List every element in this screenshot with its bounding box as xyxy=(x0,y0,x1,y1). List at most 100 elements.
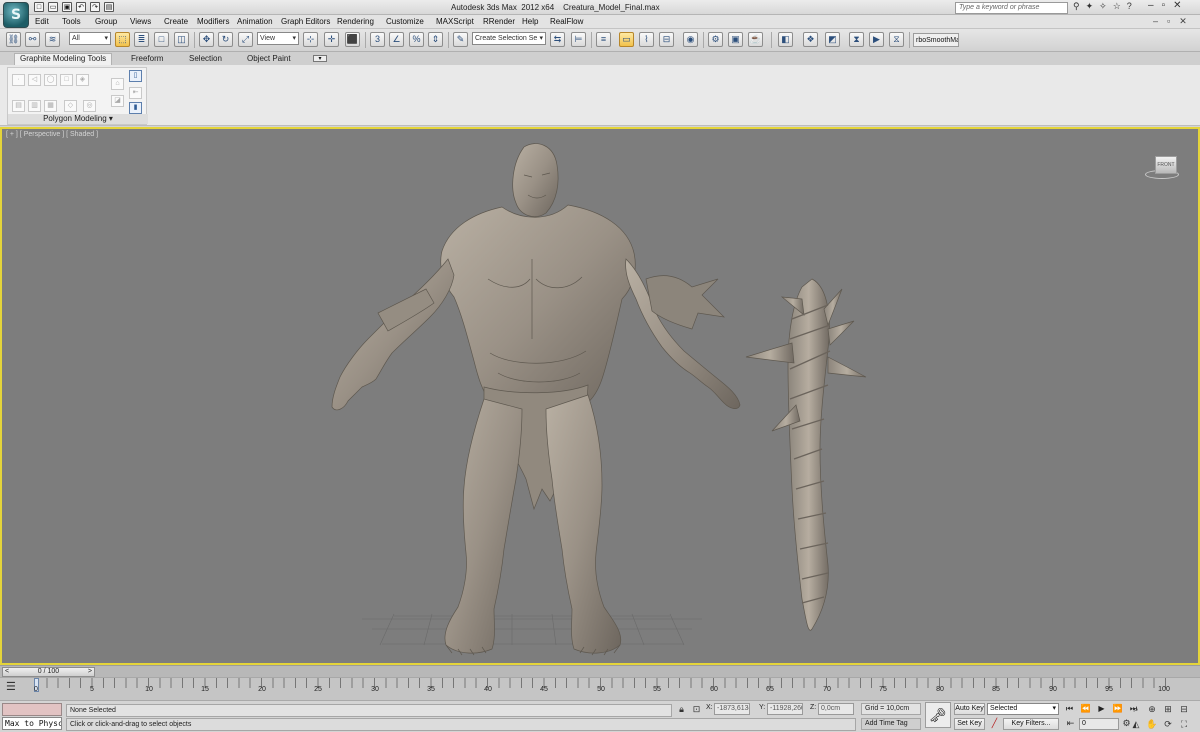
auto-key-button[interactable]: Auto Key xyxy=(954,703,985,715)
current-frame-field[interactable]: 0 xyxy=(1079,718,1119,730)
plugin-a-icon[interactable]: ◧ xyxy=(778,32,793,47)
selection-filter-dropdown[interactable]: All xyxy=(69,32,111,45)
spiked-club-model[interactable] xyxy=(745,278,867,631)
next-modifier-icon[interactable]: ▦ xyxy=(44,100,57,112)
lock-selection-icon[interactable]: 🔒︎ xyxy=(676,704,687,715)
close-icon[interactable]: ✕ xyxy=(1173,0,1181,11)
set-key-button[interactable]: Set Key xyxy=(954,718,985,730)
perspective-viewport[interactable]: [ + ] [ Perspective ] [ Shaded ] FRONT xyxy=(0,127,1200,665)
menu-tools[interactable]: Tools xyxy=(62,17,81,26)
menu-realflow[interactable]: RealFlow xyxy=(550,17,583,26)
next-frame-arrow[interactable]: > xyxy=(88,668,92,676)
collapse-stack-icon[interactable]: ⇤ xyxy=(129,87,142,99)
pivot-center-icon[interactable]: ⊹ xyxy=(303,32,318,47)
menu-help[interactable]: Help xyxy=(522,17,538,26)
select-and-rotate-icon[interactable]: ↻ xyxy=(218,32,233,47)
select-by-name-icon[interactable]: ≣ xyxy=(134,32,149,47)
apply-icon[interactable]: ◪ xyxy=(111,95,124,107)
curve-editor-icon[interactable]: ⌇ xyxy=(639,32,654,47)
play-icon[interactable]: ▶ xyxy=(1095,703,1108,714)
tab-object-paint[interactable]: Object Paint xyxy=(247,54,291,63)
schematic-view-icon[interactable]: ⊟ xyxy=(659,32,674,47)
mini-curve-editor-icon[interactable]: ☰ xyxy=(6,680,20,694)
doc-minimize-icon[interactable]: – xyxy=(1153,16,1158,27)
open-icon[interactable]: ▭ xyxy=(48,2,58,12)
field-of-view-icon[interactable]: ◭ xyxy=(1130,718,1142,730)
orbit-icon[interactable]: ⟳ xyxy=(1162,718,1174,730)
edge-icon[interactable]: ◁ xyxy=(28,74,41,86)
app-logo-button[interactable]: S xyxy=(3,2,29,28)
previous-modifier-icon[interactable]: ▥ xyxy=(28,100,41,112)
polygon-icon[interactable]: □ xyxy=(60,74,73,86)
repeat-last-icon[interactable]: ◎ xyxy=(83,100,96,112)
zoom-icon[interactable]: ⌕ xyxy=(1130,703,1142,715)
select-and-scale-icon[interactable]: ⤢ xyxy=(238,32,253,47)
align-icon[interactable]: ⊨ xyxy=(571,32,586,47)
time-slider-bar[interactable]: < 0 / 100 > xyxy=(0,665,1200,677)
key-tangent-icon[interactable]: ╱ xyxy=(989,718,1000,729)
redo-icon[interactable]: ↷ xyxy=(90,2,100,12)
prev-frame-arrow[interactable]: < xyxy=(5,668,9,676)
element-icon[interactable]: ◈ xyxy=(76,74,89,86)
x-coordinate-field[interactable]: -1873,613c xyxy=(714,703,750,715)
menu-maxscript[interactable]: MAXScript xyxy=(436,17,474,26)
toggle-command-panel-icon[interactable]: ▮ xyxy=(129,102,142,114)
previous-frame-icon[interactable]: ⏪ xyxy=(1079,703,1092,714)
new-icon[interactable]: □ xyxy=(34,2,44,12)
turbosmooth-button[interactable]: rboSmoothMa xyxy=(913,33,959,47)
project-icon[interactable]: ▤ xyxy=(104,2,114,12)
doc-restore-icon[interactable]: ▫ xyxy=(1167,16,1170,27)
select-and-manipulate-icon[interactable]: ✛ xyxy=(324,32,339,47)
absolute-mode-icon[interactable]: ⊡ xyxy=(691,704,702,715)
preserve-uvs-icon[interactable]: ◇ xyxy=(64,100,77,112)
select-object-icon[interactable]: ⬚ xyxy=(115,32,130,47)
mirror-icon[interactable]: ⇆ xyxy=(550,32,565,47)
tab-freeform[interactable]: Freeform xyxy=(131,54,163,63)
menu-customize[interactable]: Customize xyxy=(386,17,424,26)
minimize-icon[interactable]: – xyxy=(1148,0,1154,11)
menu-edit[interactable]: Edit xyxy=(35,17,49,26)
key-mode-toggle-icon[interactable]: ⇤ xyxy=(1065,718,1076,729)
edit-named-selection-icon[interactable]: ✎ xyxy=(453,32,468,47)
plugin-c-icon[interactable]: ◩ xyxy=(825,32,840,47)
material-editor-icon[interactable]: ◉ xyxy=(683,32,698,47)
polygon-modeling-label[interactable]: Polygon Modeling ▾ xyxy=(8,114,148,124)
doc-close-icon[interactable]: ✕ xyxy=(1179,16,1187,27)
angle-snap-icon[interactable]: ∠ xyxy=(389,32,404,47)
zoom-extents-all-icon[interactable]: ⊟ xyxy=(1178,703,1190,715)
spinner-snap-icon[interactable]: ⇕ xyxy=(428,32,443,47)
help-search-input[interactable]: Type a keyword or phrase xyxy=(955,2,1068,14)
undo-icon[interactable]: ↶ xyxy=(76,2,86,12)
communication-icon[interactable]: ✧ xyxy=(1099,1,1107,12)
binoculars-icon[interactable]: ⚲ xyxy=(1073,1,1080,12)
render-setup-icon[interactable]: ⚙ xyxy=(708,32,723,47)
border-icon[interactable]: ◯ xyxy=(44,74,57,86)
select-and-link-icon[interactable]: ⛓ xyxy=(6,32,21,47)
maxscript-listener-output[interactable] xyxy=(2,703,62,716)
creature-model[interactable] xyxy=(331,143,741,656)
pan-view-icon[interactable]: ✋ xyxy=(1146,718,1158,730)
ribbon-options-dropdown[interactable]: ▾ xyxy=(313,55,327,62)
trackbar[interactable]: ☰ 0 5 10 15 20 25 30 35 40 45 50 55 60 6… xyxy=(0,677,1200,700)
menu-rrender[interactable]: RRender xyxy=(483,17,515,26)
menu-group[interactable]: Group xyxy=(95,17,117,26)
tab-selection[interactable]: Selection xyxy=(189,54,222,63)
maximize-viewport-icon[interactable]: ⛶ xyxy=(1178,718,1190,730)
menu-modifiers[interactable]: Modifiers xyxy=(197,17,229,26)
maximize-icon[interactable]: ▫ xyxy=(1162,0,1166,11)
help-icon[interactable]: ? xyxy=(1127,1,1132,12)
percent-snap-icon[interactable]: % xyxy=(409,32,424,47)
vertex-icon[interactable]: · xyxy=(12,74,25,86)
rectangular-selection-icon[interactable]: □ xyxy=(154,32,169,47)
z-coordinate-field[interactable]: 0,0cm xyxy=(818,703,854,715)
menu-views[interactable]: Views xyxy=(130,17,151,26)
menu-graph-editors[interactable]: Graph Editors xyxy=(281,17,330,26)
plugin-d-icon[interactable]: ⧗ xyxy=(849,32,864,47)
menu-create[interactable]: Create xyxy=(164,17,188,26)
save-icon[interactable]: ▣ xyxy=(62,2,72,12)
snaps-toggle-icon[interactable]: 3 xyxy=(370,32,385,47)
y-coordinate-field[interactable]: -11928,260 xyxy=(767,703,803,715)
menu-animation[interactable]: Animation xyxy=(237,17,273,26)
zoom-extents-icon[interactable]: ⊞ xyxy=(1162,703,1174,715)
time-slider-knob[interactable]: < 0 / 100 > xyxy=(2,667,95,677)
